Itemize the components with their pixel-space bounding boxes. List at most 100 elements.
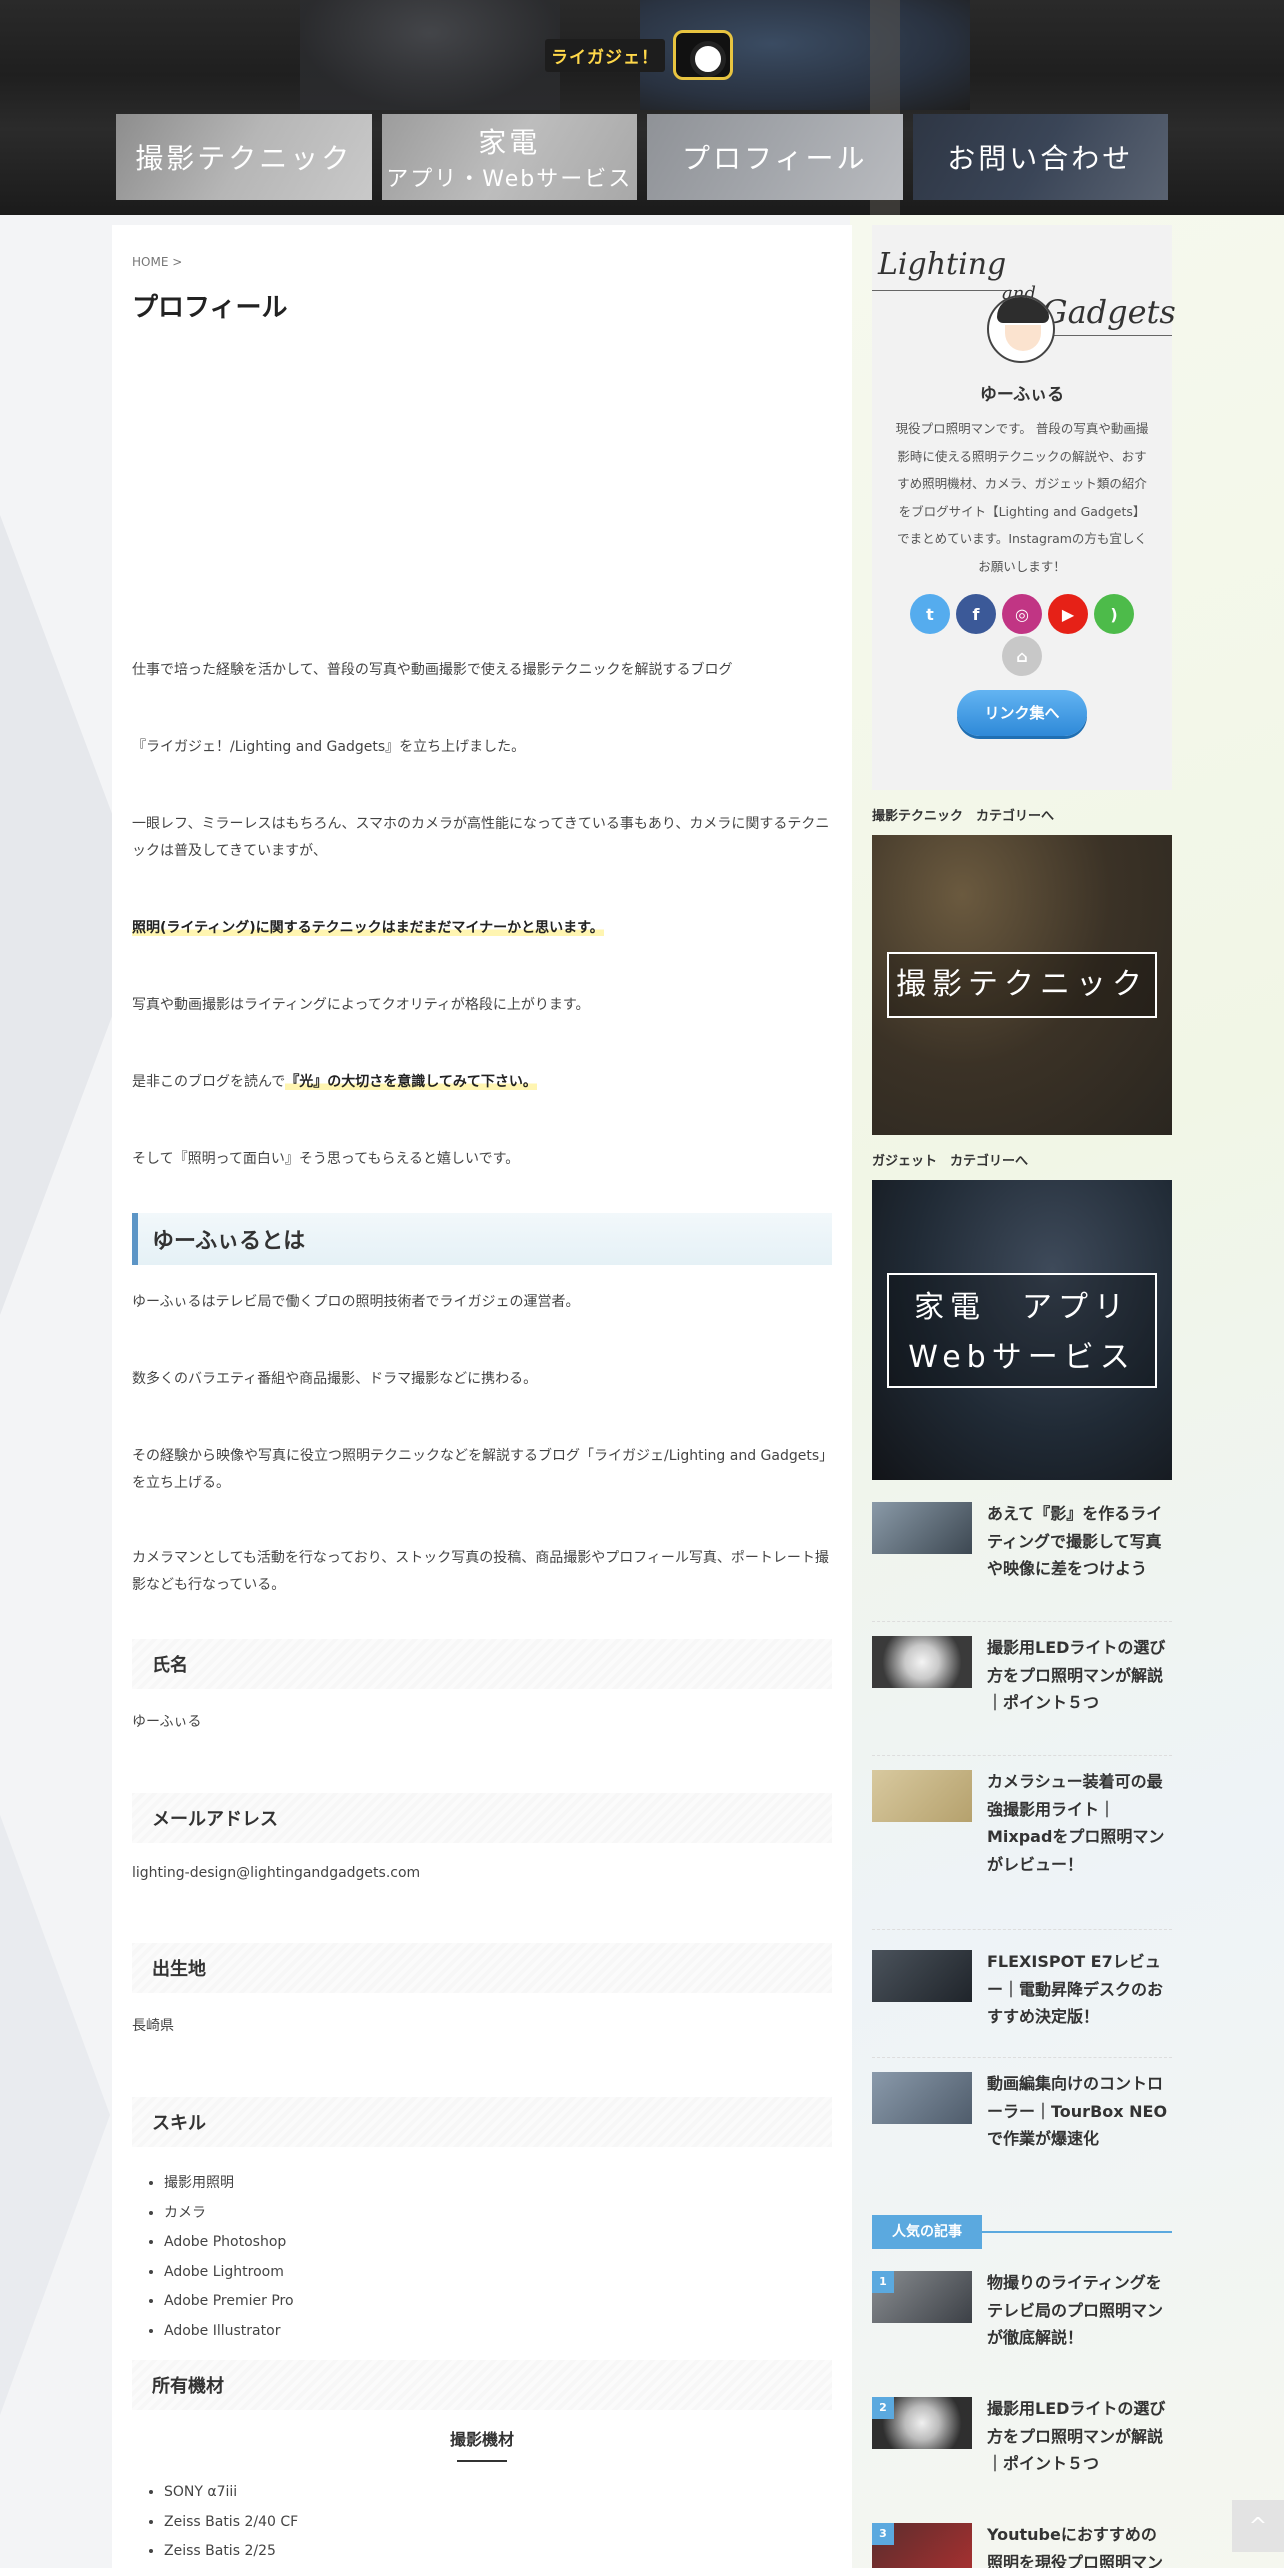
rank-badge: 3 xyxy=(872,2523,894,2545)
popular-label: 人気の記事 xyxy=(872,2215,982,2249)
post-title: 撮影用LEDライトの選び方をプロ照明マンが解説｜ポイント５つ xyxy=(987,2399,1166,2473)
ad-space xyxy=(132,324,832,629)
post-title: 物撮りのライティングをテレビ局のプロ照明マンが徹底解説！ xyxy=(987,2273,1164,2347)
list-item: Zeiss Batis 2/25 xyxy=(164,2537,832,2567)
banner-label: 家電 アプリ xyxy=(914,1289,1130,1325)
list-item[interactable]: FLEXISPOT E7レビュー｜電動昇降デスクのおすすめ決定版！ xyxy=(872,1948,1172,2058)
banner-label-box: 家電 アプリ Webサービス xyxy=(887,1272,1157,1388)
site-logo[interactable]: ライガジェ！ xyxy=(545,25,733,85)
logo-text: ライガジェ！ xyxy=(545,38,665,72)
nav-item-contact[interactable]: お問い合わせ xyxy=(912,114,1168,200)
intro-paragraph: そして『照明って面白い』そう思ってもらえると嬉しいです。 xyxy=(132,1151,520,1167)
nav-item-gadgets[interactable]: 家電 アプリ・Webサービス xyxy=(381,114,637,200)
scroll-to-top-button[interactable]: ^ xyxy=(1232,2500,1284,2552)
list-item[interactable]: あえて『影』を作るライティングで撮影して写真や映像に差をつけよう xyxy=(872,1500,1172,1622)
paragraph-text: 是非このブログを読んで xyxy=(132,1074,286,1090)
links-button[interactable]: リンク集へ xyxy=(957,690,1087,736)
skills-list: 撮影用照明 カメラ Adobe Photoshop Adobe Lightroo… xyxy=(132,2169,832,2346)
post-thumbnail xyxy=(872,2072,972,2124)
email-value[interactable]: lighting-design@lightingandgadgets.com xyxy=(132,1865,832,1881)
recent-posts: あえて『影』を作るライティングで撮影して写真や映像に差をつけよう 撮影用LEDラ… xyxy=(872,1500,1172,2180)
camera-subheading: 撮影機材 xyxy=(449,2430,514,2449)
nav-item-label: お問い合わせ xyxy=(947,142,1134,175)
facebook-icon[interactable]: f xyxy=(956,594,996,634)
intro-paragraph: 照明(ライティング)に関するテクニックはまだまだマイナーかと思います。 xyxy=(132,915,832,942)
post-thumbnail: 2 xyxy=(872,2397,972,2449)
about-paragraph: 数多くのバラエティ番組や商品撮影、ドラマ撮影などに携わる。 xyxy=(132,1371,538,1387)
global-nav: 撮影テクニック 家電 アプリ・Webサービス プロフィール お問い合わせ xyxy=(116,114,1168,200)
about-paragraph: その経験から映像や写真に役立つ照明テクニックなどを解説するブログ「ライガジェ/L… xyxy=(132,1448,827,1491)
social-links: ⌂ xyxy=(872,636,1172,676)
gadget-category-banner[interactable]: 家電 アプリ Webサービス xyxy=(872,1180,1172,1480)
intro-paragraph: 是非このブログを読んで『光』の大切さを意識してみて下さい。 xyxy=(132,1069,832,1096)
main-content: HOME > プロフィール 仕事で培った経験を活かして、普段の写真や動画撮影で使… xyxy=(112,225,852,2568)
name-heading: 氏名 xyxy=(132,1639,832,1689)
divider xyxy=(982,2231,1172,2233)
list-item: Adobe Illustrator xyxy=(164,2317,832,2347)
popular-posts-heading: 人気の記事 xyxy=(872,2215,1172,2249)
header-photo xyxy=(300,0,560,110)
rank-badge: 2 xyxy=(872,2397,894,2419)
equipment-list: SONY α7iii Zeiss Batis 2/40 CF Zeiss Bat… xyxy=(132,2478,832,2567)
avatar xyxy=(987,295,1055,363)
list-item[interactable]: 撮影用LEDライトの選び方をプロ照明マンが解説｜ポイント５つ xyxy=(872,1634,1172,1756)
youtube-icon[interactable]: ▶ xyxy=(1048,594,1088,634)
list-item[interactable]: カメラシュー装着可の最強撮影用ライト｜Mixpadをプロ照明マンがレビュー！ xyxy=(872,1768,1172,1930)
list-item: Adobe Lightroom xyxy=(164,2258,832,2288)
nav-item-profile[interactable]: プロフィール xyxy=(647,114,903,200)
post-thumbnail xyxy=(872,1950,972,2002)
post-title: あえて『影』を作るライティングで撮影して写真や映像に差をつけよう xyxy=(987,1504,1163,1578)
divider xyxy=(1047,335,1172,336)
birthplace-heading: 出生地 xyxy=(132,1943,832,1993)
post-title: 動画編集向けのコントローラー｜TourBox NEOで作業が爆速化 xyxy=(987,2074,1168,2148)
profile-description: 現役プロ照明マンです。 普段の写真や動画撮影時に使える照明テクニックの解説や、お… xyxy=(895,421,1149,574)
intro-paragraph: 『ライガジェ！/Lighting and Gadgets』を立ち上げました。 xyxy=(132,739,526,755)
post-thumbnail: 3 xyxy=(872,2523,972,2568)
logo-word: Gadgets xyxy=(1042,293,1176,331)
nav-item-label: プロフィール xyxy=(682,142,868,175)
site-header: ライガジェ！ 撮影テクニック 家電 アプリ・Webサービス プロフィール お問い… xyxy=(0,0,1284,215)
breadcrumb[interactable]: HOME > xyxy=(132,255,832,269)
nav-item-technique[interactable]: 撮影テクニック xyxy=(116,114,372,200)
profile-name: ゆーふぃる xyxy=(979,385,1065,405)
home-icon[interactable]: ⌂ xyxy=(1002,636,1042,676)
post-title: FLEXISPOT E7レビュー｜電動昇降デスクのおすすめ決定版！ xyxy=(987,1952,1164,2026)
list-item: 撮影用照明 xyxy=(164,2169,832,2199)
post-thumbnail xyxy=(872,1770,972,1822)
divider xyxy=(457,2460,507,2462)
list-item[interactable]: 1 物撮りのライティングをテレビ局のプロ照明マンが徹底解説！ xyxy=(872,2269,1172,2387)
rss-icon[interactable]: ) xyxy=(1094,594,1134,634)
nav-item-sublabel: アプリ・Webサービス xyxy=(386,167,633,192)
intro-paragraph: 仕事で培った経験を活かして、普段の写真や動画撮影で使える撮影テクニックを解説する… xyxy=(132,662,733,678)
list-item[interactable]: 動画編集向けのコントローラー｜TourBox NEOで作業が爆速化 xyxy=(872,2070,1172,2180)
instagram-icon[interactable]: ◎ xyxy=(1002,594,1042,634)
rank-badge: 1 xyxy=(872,2271,894,2293)
post-title: Youtubeにおすすめの照明を現役プロ照明マン xyxy=(987,2525,1164,2568)
logo-word: Lighting xyxy=(878,247,1007,282)
highlight-text: 『光』の大切さを意識してみて下さい。 xyxy=(285,1074,537,1090)
list-item: カメラ xyxy=(164,2199,832,2229)
list-item[interactable]: 2 撮影用LEDライトの選び方をプロ照明マンが解説｜ポイント５つ xyxy=(872,2395,1172,2513)
post-thumbnail: 1 xyxy=(872,2271,972,2323)
post-title: カメラシュー装着可の最強撮影用ライト｜Mixpadをプロ照明マンがレビュー！ xyxy=(987,1772,1165,1874)
banner-label: 撮影テクニック xyxy=(887,952,1157,1018)
popular-posts: 1 物撮りのライティングをテレビ局のプロ照明マンが徹底解説！ 2 撮影用LEDラ… xyxy=(872,2269,1172,2568)
list-item: Adobe Photoshop xyxy=(164,2228,832,2258)
nav-item-label: 撮影テクニック xyxy=(135,142,353,175)
twitter-icon[interactable]: t xyxy=(910,594,950,634)
email-heading: メールアドレス xyxy=(132,1793,832,1843)
post-thumbnail xyxy=(872,1502,972,1554)
technique-category-banner[interactable]: 撮影テクニック xyxy=(872,835,1172,1135)
background-shape xyxy=(0,1815,110,2415)
skills-heading: スキル xyxy=(132,2097,832,2147)
section-heading: ゆーふぃるとは xyxy=(132,1213,832,1265)
post-thumbnail xyxy=(872,1636,972,1688)
social-links: t f ◎ ▶ ) xyxy=(872,594,1172,634)
list-item[interactable]: 3 Youtubeにおすすめの照明を現役プロ照明マン xyxy=(872,2521,1172,2568)
banner-label: Webサービス xyxy=(908,1339,1136,1375)
about-paragraph: ゆーふぃるはテレビ局で働くプロの照明技術者でライガジェの運営者。 xyxy=(132,1294,580,1310)
category-heading: 撮影テクニック カテゴリーへ xyxy=(872,809,1055,824)
birthplace-value: 長崎県 xyxy=(132,2018,174,2034)
intro-paragraph: 写真や動画撮影はライティングによってクオリティが格段に上がります。 xyxy=(132,997,590,1013)
list-item: SONY α7iii xyxy=(164,2478,832,2508)
